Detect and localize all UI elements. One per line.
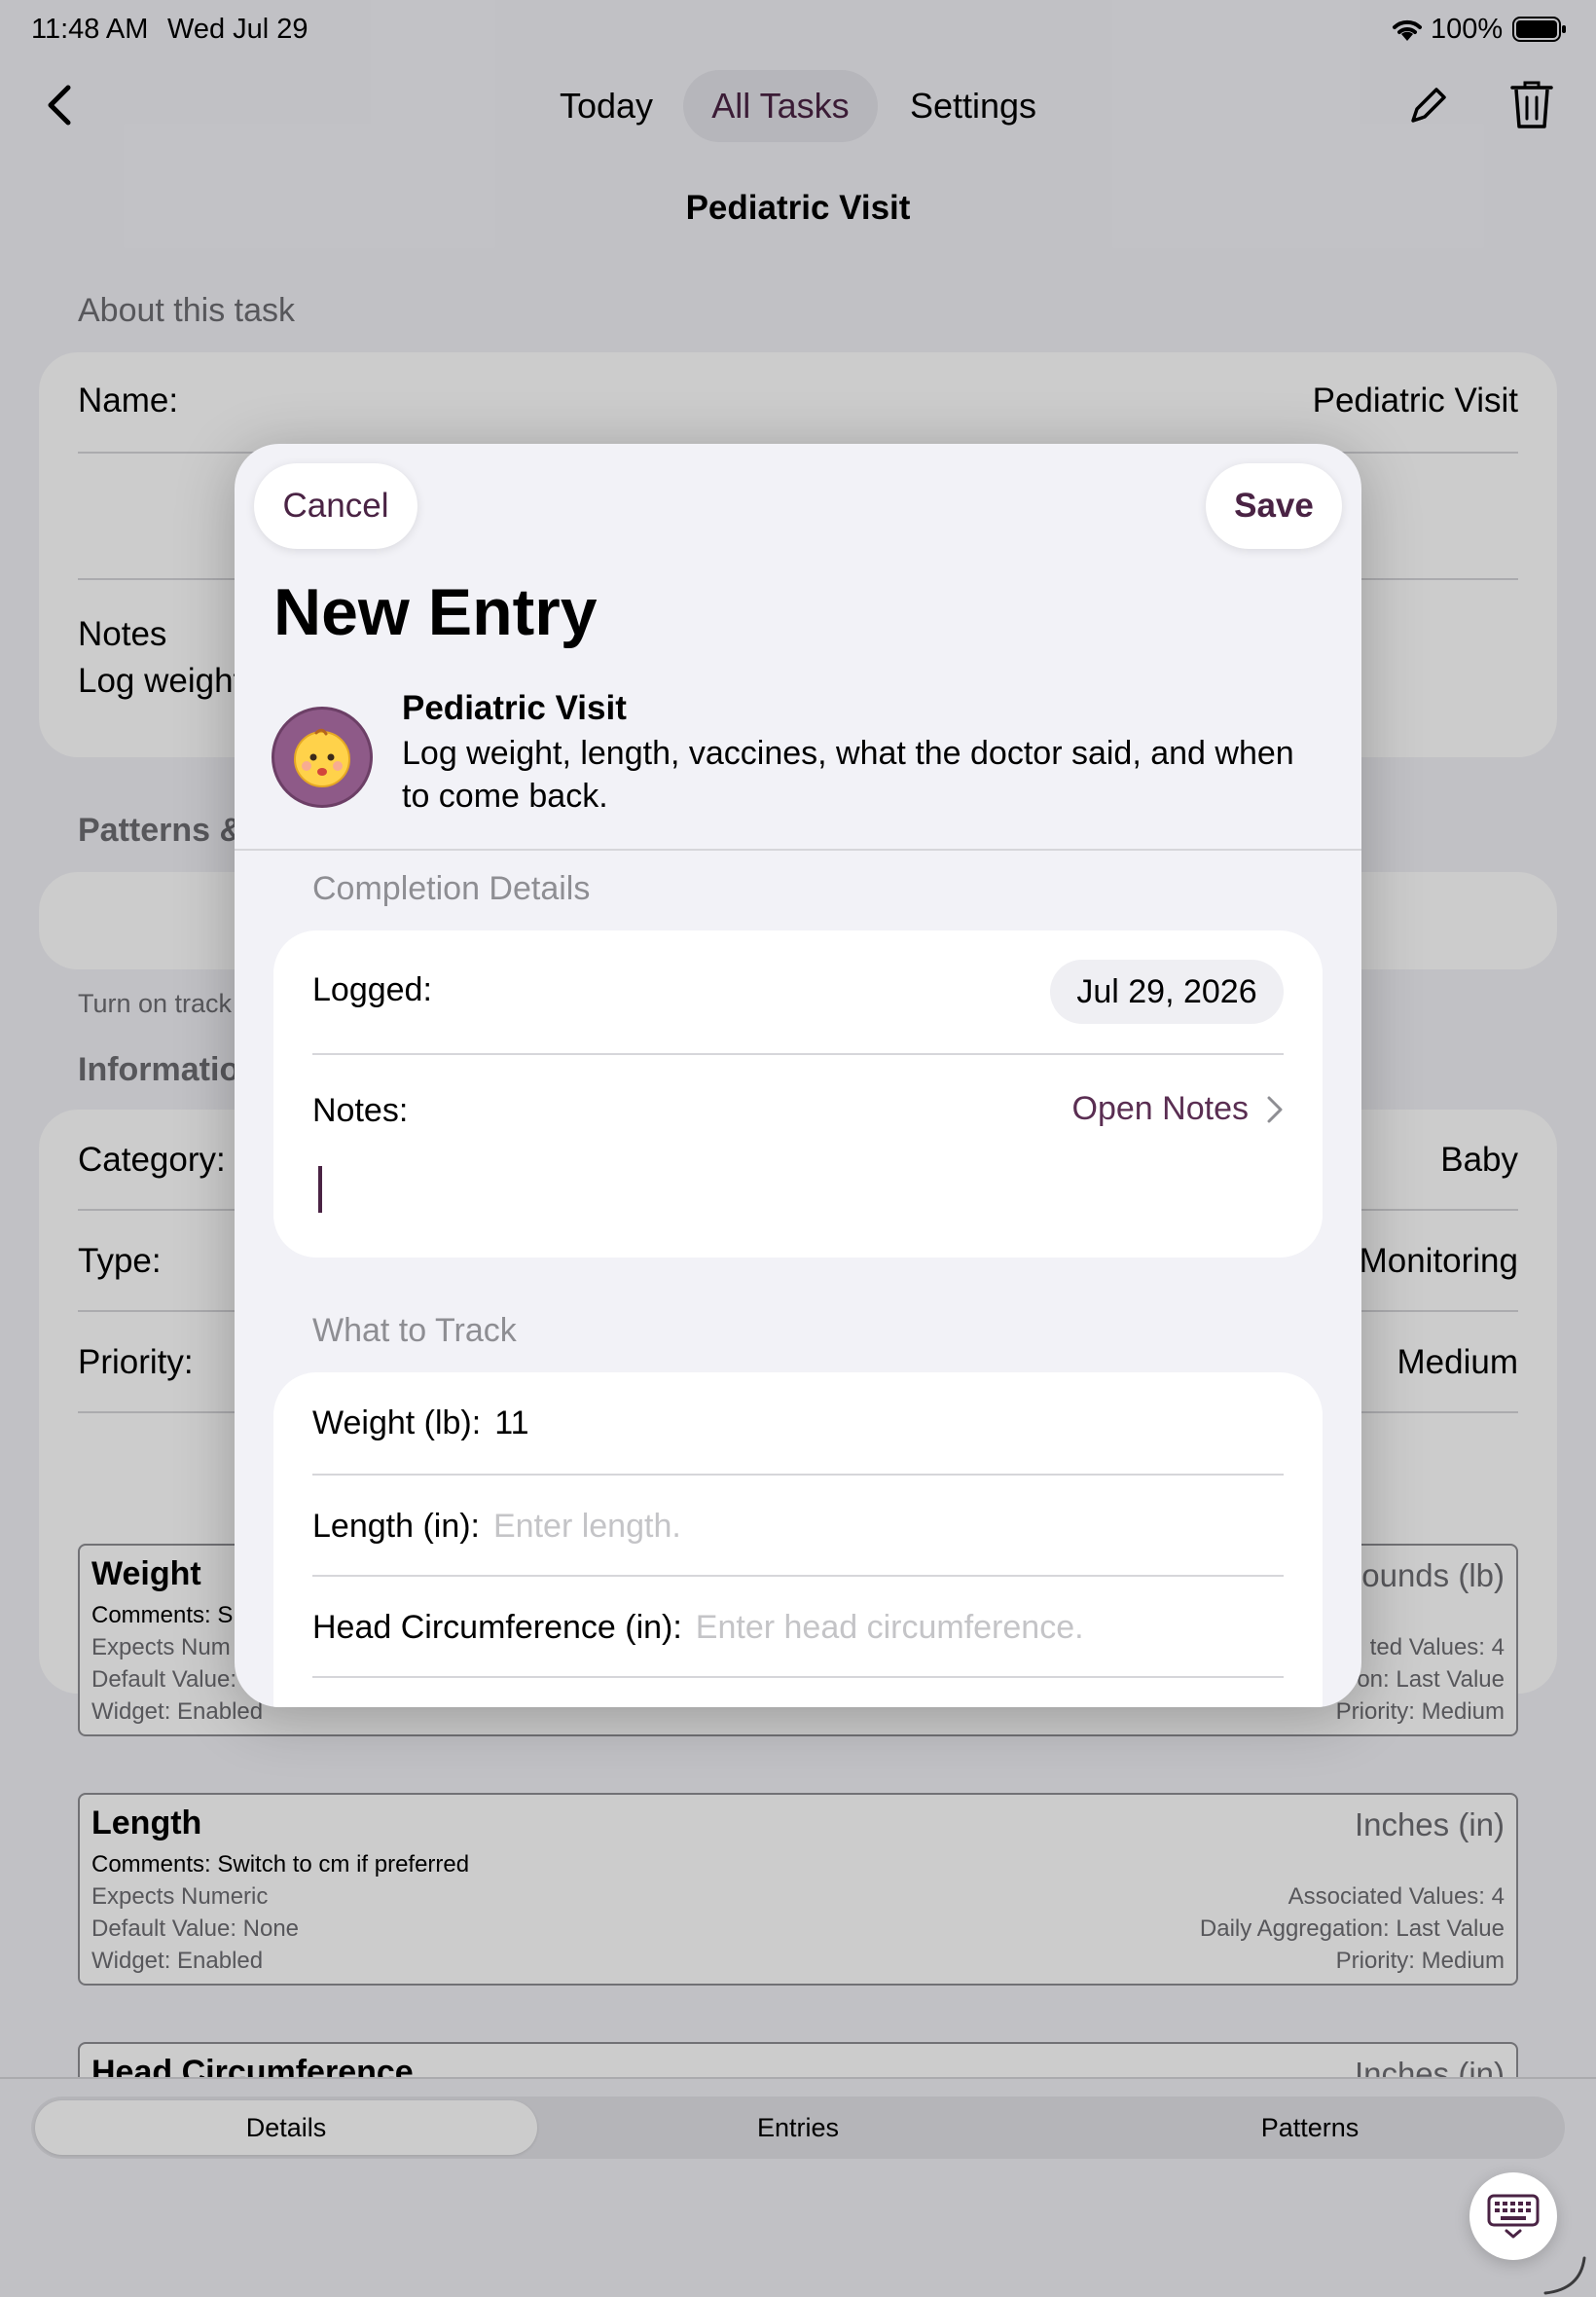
sheet-title: New Entry: [273, 575, 598, 649]
weight-field-label: Weight (lb):: [312, 1404, 482, 1441]
head-circumference-field-input[interactable]: Enter head circumference.: [696, 1609, 1084, 1647]
length-field-row: Length (in): Enter length.: [312, 1476, 1284, 1577]
task-name: Pediatric Visit: [402, 689, 627, 727]
length-field-input[interactable]: Enter length.: [493, 1508, 681, 1546]
completion-details-card: Logged: Jul 29, 2026 Notes: Open Notes: [273, 930, 1323, 1258]
divider: [312, 1676, 1284, 1678]
new-entry-sheet: Cancel Save New Entry Pediatric Visit Lo…: [235, 444, 1361, 1707]
logged-date-picker[interactable]: Jul 29, 2026: [1050, 960, 1284, 1024]
keyboard-icon: [1487, 2194, 1540, 2239]
notes-text-area[interactable]: [312, 1164, 1284, 1232]
length-field-label: Length (in):: [312, 1507, 480, 1545]
keyboard-button[interactable]: [1469, 2172, 1557, 2260]
save-button[interactable]: Save: [1206, 463, 1342, 549]
open-notes-link[interactable]: Open Notes: [1072, 1090, 1284, 1128]
weight-field-input[interactable]: 11: [494, 1404, 528, 1442]
head-circumference-field-label: Head Circumference (in):: [312, 1608, 682, 1646]
completion-details-header: Completion Details: [312, 870, 591, 907]
weight-field-row: Weight (lb): 11: [312, 1372, 1284, 1474]
what-to-track-card: Weight (lb): 11 Length (in): Enter lengt…: [273, 1372, 1323, 1707]
divider: [235, 849, 1361, 851]
chevron-right-icon: [1267, 1096, 1283, 1122]
logged-label: Logged:: [312, 971, 432, 1008]
task-description: Log weight, length, vaccines, what the d…: [402, 735, 1294, 815]
notes-label: Notes:: [312, 1092, 409, 1129]
head-circumference-field-row: Head Circumference (in): Enter head circ…: [312, 1577, 1284, 1678]
divider: [312, 1053, 1284, 1055]
task-avatar: [272, 707, 373, 808]
open-notes-label: Open Notes: [1071, 1090, 1249, 1127]
text-cursor: [318, 1166, 322, 1213]
baby-icon: [294, 728, 350, 787]
what-to-track-header: What to Track: [312, 1312, 517, 1349]
cancel-button[interactable]: Cancel: [254, 463, 417, 549]
resize-corner-handle[interactable]: [1542, 2254, 1590, 2297]
